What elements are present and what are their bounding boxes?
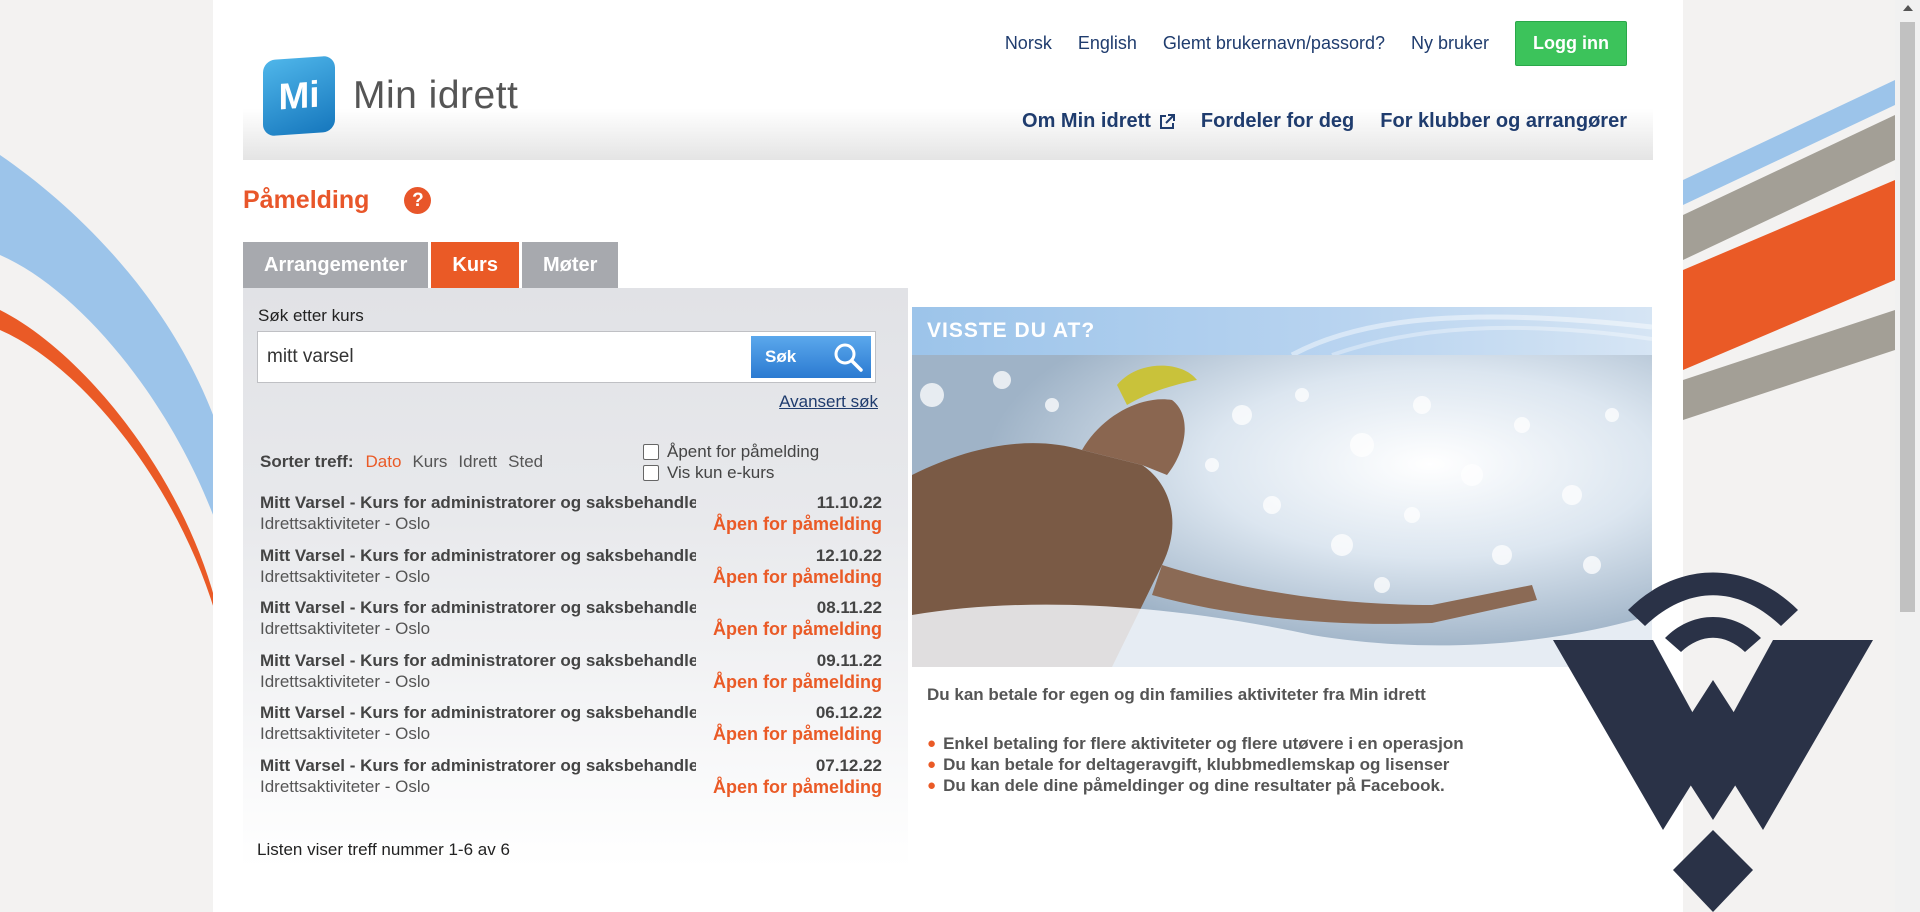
logo-badge: Mi (263, 55, 335, 137)
search-label: Søk etter kurs (258, 306, 364, 325)
search-button-label: Søk (765, 347, 797, 366)
result-date: 09.11.22 (816, 650, 882, 670)
list-item: ● Enkel betaling for flere aktiviteter og… (927, 733, 1652, 754)
magnifier-icon (834, 343, 863, 372)
list-item: ● Du kan dele dine påmeldinger og dine re… (927, 775, 1652, 796)
filter-open-registration[interactable]: Åpent for påmelding (643, 441, 819, 462)
bullet-icon: ● (927, 735, 937, 752)
wifi-diamond-logo-icon (1553, 572, 1873, 912)
swimmer-illustration (912, 355, 1652, 667)
result-title[interactable]: Mitt Varsel - Kurs for administratorer o… (260, 756, 696, 776)
search-panel: Søk etter kurs Søk Avansert søk Sorter t… (243, 288, 908, 868)
search-box: Søk (257, 331, 876, 383)
bullet-icon: ● (927, 756, 937, 773)
list-item[interactable]: Mitt Varsel - Kurs for administratorer o… (260, 493, 882, 546)
nav-clubs-link[interactable]: For klubber og arrangører (1380, 110, 1627, 133)
result-status[interactable]: Åpen for påmelding (713, 777, 882, 798)
list-item[interactable]: Mitt Varsel - Kurs for administratorer o… (260, 598, 882, 651)
info-header: VISSTE DU AT? (912, 307, 1652, 355)
list-item[interactable]: Mitt Varsel - Kurs for administratorer o… (260, 703, 882, 756)
site-header: Mi Min idrett Norsk English Glemt bruker… (243, 0, 1653, 160)
result-subtitle: Idrettsaktiviteter - Oslo (260, 566, 431, 586)
filter-ecourse-checkbox[interactable] (643, 464, 659, 481)
search-button[interactable]: Søk (751, 336, 871, 378)
swimmer-photo (912, 355, 1652, 667)
bullet-icon: ● (927, 777, 937, 794)
result-count: Listen viser treff nummer 1-6 av 6 (257, 840, 510, 859)
category-tabs: Arrangementer Kurs Møter (243, 242, 621, 288)
new-user-link[interactable]: Ny bruker (1411, 33, 1489, 54)
filter-group: Åpent for påmelding Vis kun e-kurs (643, 441, 819, 483)
site-logo[interactable]: Mi Min idrett (263, 55, 519, 137)
bullet-text: Du kan dele dine påmeldinger og dine res… (943, 775, 1445, 795)
bullet-text: Du kan betale for deltageravgift, klubbm… (943, 754, 1450, 774)
page-title: Påmelding (243, 186, 370, 214)
result-status[interactable]: Åpen for påmelding (713, 619, 882, 640)
result-subtitle: Idrettsaktiviteter - Oslo (260, 671, 431, 691)
help-icon[interactable]: ? (404, 187, 432, 214)
filter-open-checkbox[interactable] (643, 443, 659, 460)
sort-option-sted[interactable]: Sted (508, 452, 543, 472)
forgot-password-link[interactable]: Glemt brukernavn/passord? (1163, 33, 1385, 54)
info-lead: Du kan betale for egen og din families a… (927, 685, 1426, 704)
nav-about-link[interactable]: Om Min idrett (1022, 110, 1175, 133)
result-title[interactable]: Mitt Varsel - Kurs for administratorer o… (260, 493, 696, 513)
result-title[interactable]: Mitt Varsel - Kurs for administratorer o… (260, 651, 696, 671)
bullet-text: Enkel betaling for flere aktiviteter og … (943, 733, 1464, 753)
scroll-up-arrow-icon[interactable] (1903, 5, 1913, 11)
sort-option-idrett[interactable]: Idrett (458, 452, 497, 472)
list-item: ● Du kan betale for deltageravgift, klubb… (927, 754, 1652, 775)
background-stripes-left (0, 155, 215, 612)
scrollbar-thumb[interactable] (1900, 22, 1915, 612)
filter-ecourse-label: Vis kun e-kurs (667, 462, 775, 482)
page-title-row: Påmelding ? (243, 186, 432, 215)
filter-open-label: Åpent for påmelding (667, 441, 820, 461)
top-navigation: Norsk English Glemt brukernavn/passord? … (979, 21, 1627, 66)
result-status[interactable]: Åpen for påmelding (713, 514, 882, 535)
advanced-search-link[interactable]: Avansert søk (779, 392, 878, 412)
results-list: Mitt Varsel - Kurs for administratorer o… (260, 493, 882, 809)
tab-kurs[interactable]: Kurs (431, 242, 519, 288)
nav-benefits-link[interactable]: Fordeler for deg (1201, 110, 1354, 133)
result-date: 08.11.22 (816, 598, 882, 618)
sort-option-dato[interactable]: Dato (366, 452, 402, 472)
page-container: Mi Min idrett Norsk English Glemt bruker… (213, 0, 1683, 912)
vertical-scrollbar[interactable] (1895, 0, 1920, 912)
external-link-icon (1159, 113, 1175, 129)
nav-about-label: Om Min idrett (1022, 110, 1151, 132)
result-title[interactable]: Mitt Varsel - Kurs for administratorer o… (260, 703, 696, 723)
result-date: 12.10.22 (815, 545, 882, 565)
info-box: VISSTE DU AT? Du kan betale for egen og … (912, 307, 1652, 827)
lang-english-link[interactable]: English (1078, 33, 1137, 54)
sort-option-kurs[interactable]: Kurs (412, 452, 447, 472)
info-bullets: ● Enkel betaling for flere aktiviteter og… (927, 733, 1652, 796)
list-item[interactable]: Mitt Varsel - Kurs for administratorer o… (260, 756, 882, 809)
result-subtitle: Idrettsaktiviteter - Oslo (260, 619, 431, 639)
sort-label: Sorter treff: (260, 452, 354, 471)
logo-text: Min idrett (353, 74, 519, 117)
result-status[interactable]: Åpen for påmelding (713, 567, 882, 588)
result-subtitle: Idrettsaktiviteter - Oslo (260, 514, 431, 533)
main-navigation: Om Min idrett Fordeler for deg For klubb… (996, 110, 1627, 133)
result-subtitle: Idrettsaktiviteter - Oslo (260, 724, 431, 744)
filter-e-course[interactable]: Vis kun e-kurs (643, 462, 819, 483)
result-title[interactable]: Mitt Varsel - Kurs for administratorer o… (260, 546, 696, 566)
result-status[interactable]: Åpen for påmelding (713, 724, 882, 745)
result-date: 07.12.22 (815, 755, 882, 775)
lang-norsk-link[interactable]: Norsk (1005, 33, 1052, 54)
search-input[interactable] (267, 340, 747, 374)
result-title[interactable]: Mitt Varsel - Kurs for administratorer o… (260, 598, 696, 618)
login-button[interactable]: Logg inn (1515, 21, 1627, 66)
result-date: 06.12.22 (815, 703, 882, 723)
result-date: 11.10.22 (816, 493, 882, 512)
result-status[interactable]: Åpen for påmelding (713, 672, 882, 693)
list-item[interactable]: Mitt Varsel - Kurs for administratorer o… (260, 546, 882, 599)
list-item[interactable]: Mitt Varsel - Kurs for administratorer o… (260, 651, 882, 704)
tab-arrangementer[interactable]: Arrangementer (243, 242, 429, 288)
info-header-title: VISSTE DU AT? (927, 319, 1096, 342)
result-subtitle: Idrettsaktiviteter - Oslo (260, 776, 431, 796)
sort-row: Sorter treff: Dato Kurs Idrett Sted (260, 452, 554, 472)
tab-moter[interactable]: Møter (521, 242, 619, 288)
